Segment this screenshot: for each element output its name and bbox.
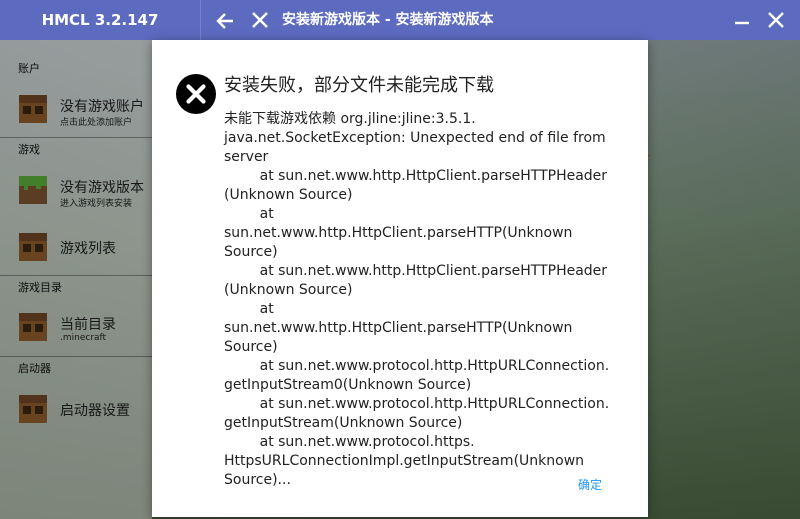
dialog-heading: 安装失败，部分文件未能完成下载 [224, 75, 494, 96]
title-bar: HMCL 3.2.147 安装新游戏版本 - 安装新游戏版本 [0, 0, 800, 40]
background-tick [648, 155, 650, 156]
arrow-left-icon[interactable] [214, 10, 236, 32]
title-divider [200, 0, 201, 40]
error-x-icon [176, 74, 216, 114]
close-window-icon[interactable] [767, 11, 785, 29]
dialog-message: 未能下载游戏依赖 org.jline:jline:3.5.1. java.net… [224, 111, 610, 488]
error-dialog: 安装失败，部分文件未能完成下载 未能下载游戏依赖 org.jline:jline… [152, 40, 648, 517]
app-title: HMCL 3.2.147 [41, 11, 159, 29]
ok-button[interactable]: 确定 [578, 476, 602, 493]
close-icon[interactable] [250, 10, 270, 30]
page-title: 安装新游戏版本 - 安装新游戏版本 [282, 12, 494, 28]
minimize-icon[interactable] [733, 11, 751, 29]
